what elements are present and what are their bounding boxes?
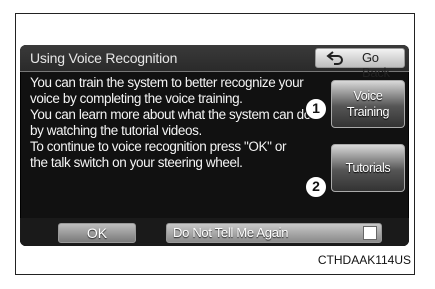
back-arrow-icon (326, 51, 343, 65)
voice-training-label: Voice Training (346, 88, 390, 120)
instruction-line: You can train the system to better recog… (30, 75, 304, 90)
figure-caption: CTHDAAK114US (317, 253, 411, 267)
instruction-text: You can train the system to better recog… (30, 75, 320, 171)
instruction-line: To continue to voice recognition press "… (30, 139, 287, 154)
tutorials-label: Tutorials (345, 161, 391, 175)
instruction-line: by watching the tutorial videos. (30, 123, 202, 138)
tutorials-button[interactable]: Tutorials (331, 144, 405, 192)
go-back-button[interactable]: Go Back (315, 48, 405, 80)
callout-marker-2: 2 (305, 176, 327, 198)
voice-training-label-line1: Voice (353, 89, 383, 103)
voice-recognition-screen: Using Voice Recognition Go Back You can … (20, 45, 409, 246)
bottom-bar: OK Do Not Tell Me Again (20, 218, 409, 246)
screen-title: Using Voice Recognition (30, 50, 178, 66)
callout-marker-1: 1 (305, 98, 327, 120)
title-bar: Using Voice Recognition Go Back (20, 45, 409, 80)
voice-training-button[interactable]: Voice Training (331, 80, 405, 128)
do-not-tell-again-checkbox[interactable] (363, 226, 377, 240)
do-not-tell-again-button[interactable]: Do Not Tell Me Again (166, 223, 382, 243)
voice-training-label-line2: Training (346, 105, 390, 119)
instruction-line: You can learn more about what the system… (30, 107, 311, 122)
ok-button[interactable]: OK (58, 223, 136, 243)
do-not-tell-again-label: Do Not Tell Me Again (173, 225, 289, 240)
go-back-label: Go Back (362, 50, 390, 80)
instruction-line: voice by completing the voice training. (30, 91, 243, 106)
instruction-line: the talk switch on your steering wheel. (30, 155, 243, 170)
